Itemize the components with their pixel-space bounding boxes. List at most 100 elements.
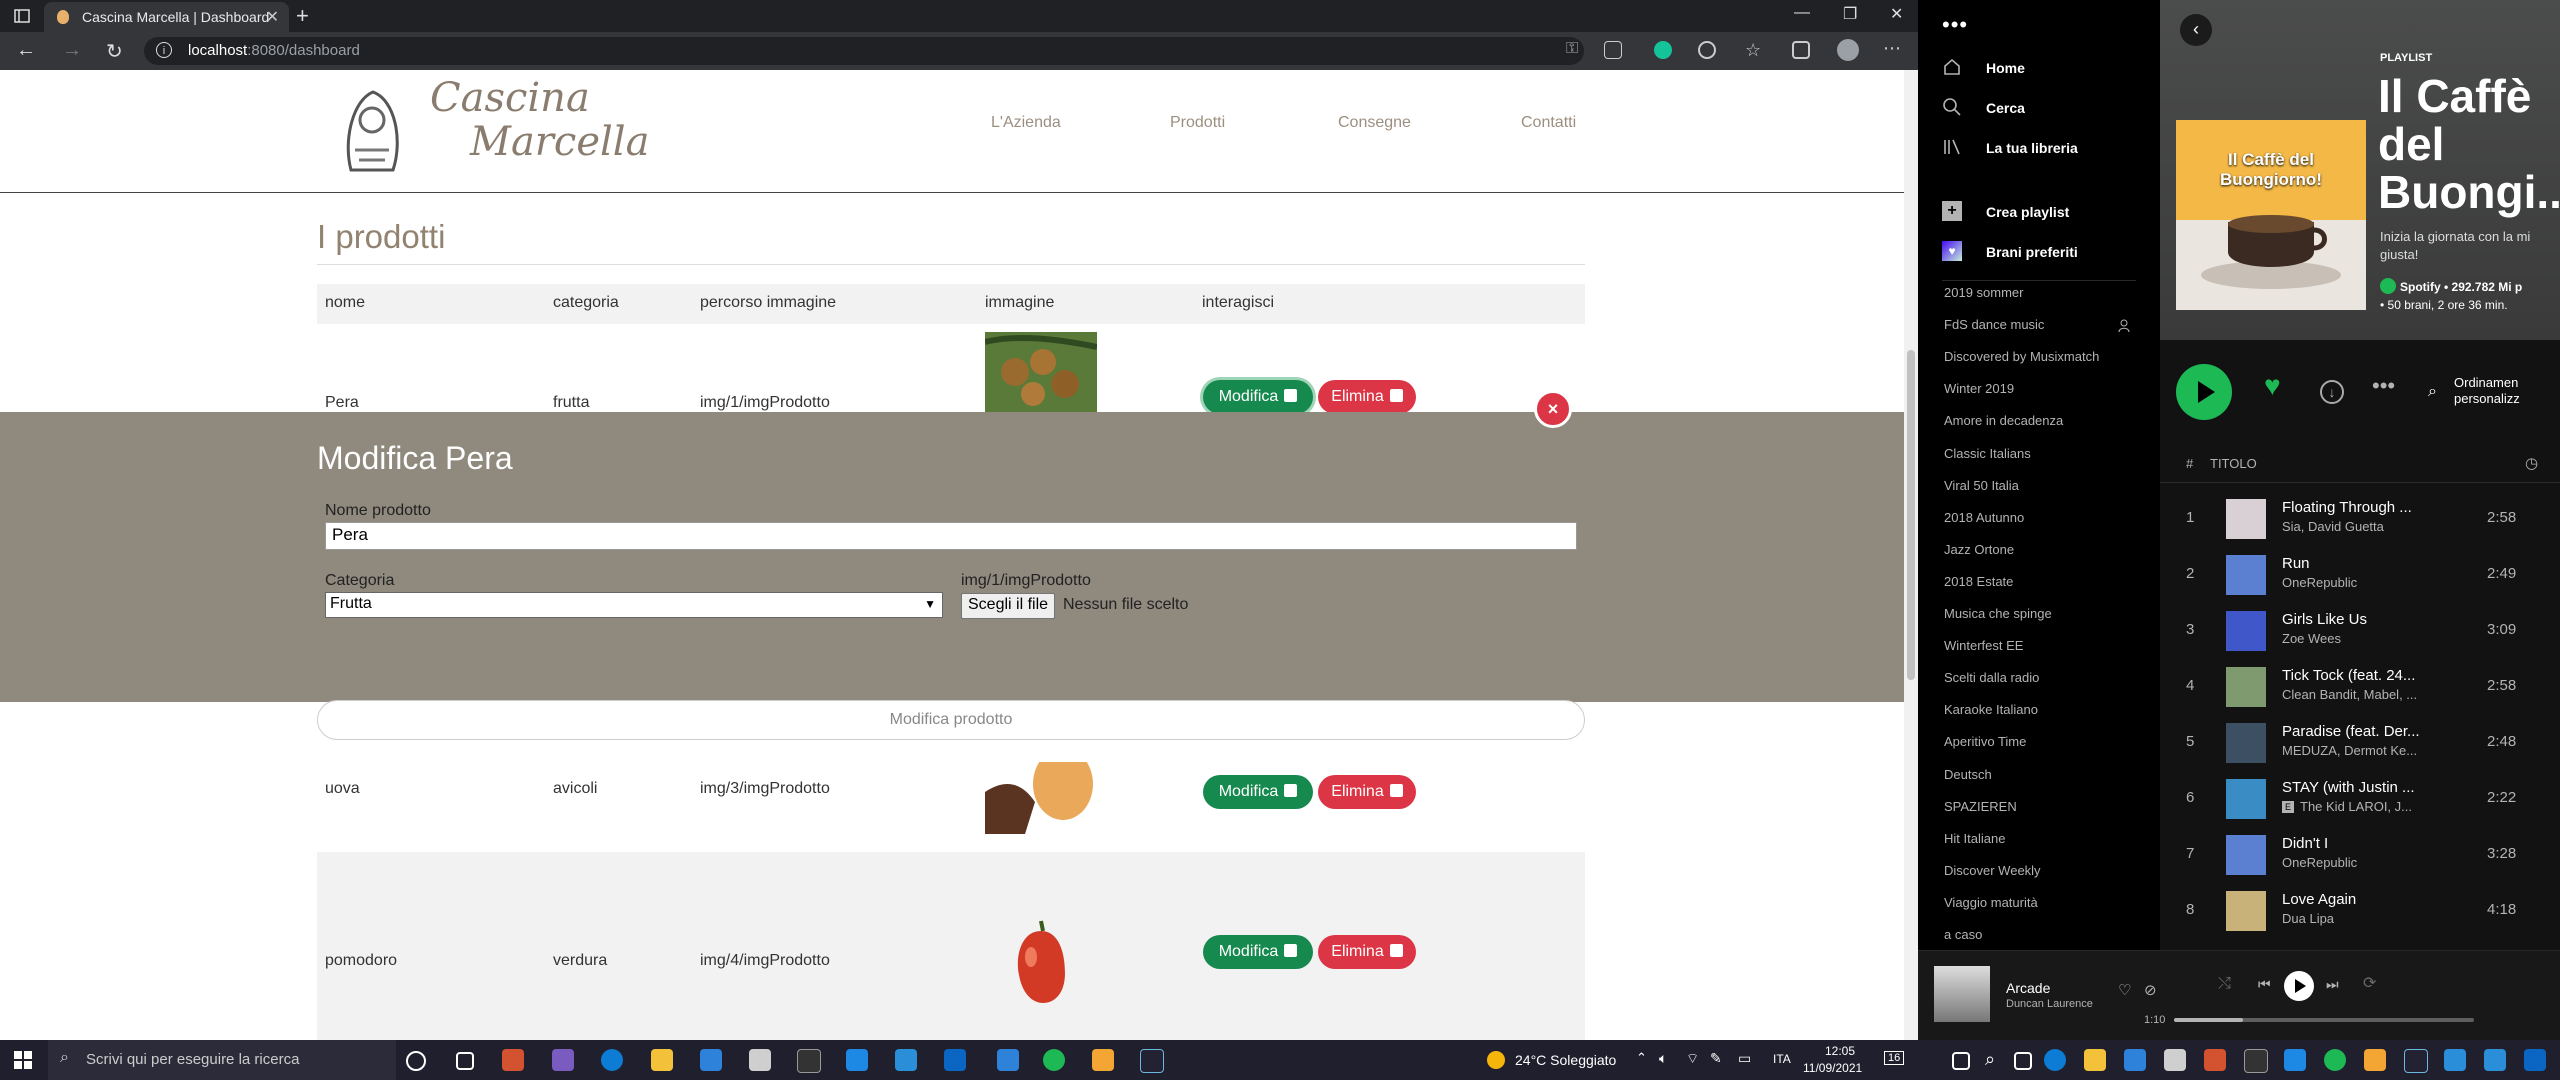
language-indicator[interactable]: ITA [1773,1052,1791,1066]
track-title[interactable]: Girls Like Us [2282,611,2367,628]
terminal-icon[interactable] [2244,1049,2268,1073]
playlist-item[interactable]: Winter 2019 [1944,381,2014,396]
playlist-item[interactable]: Aperitivo Time [1944,734,2026,749]
playlist-item[interactable]: a caso [1944,927,1982,942]
track-row[interactable]: 6 STAY (with Justin ... E The Kid LAROI, J.… [2160,771,2560,827]
task-view-icon[interactable] [2014,1052,2032,1070]
vscode-icon[interactable] [2444,1049,2466,1071]
track-title[interactable]: Didn't I [2282,835,2328,852]
now-playing-cover[interactable] [1934,966,1990,1022]
playlist-item[interactable]: Viral 50 Italia [1944,478,2019,493]
delete-button[interactable]: Elimina [1318,935,1416,969]
name-input[interactable]: Pera [325,522,1577,550]
planner-icon[interactable] [944,1049,966,1071]
mail-icon[interactable] [700,1049,722,1071]
clock-date[interactable]: 11/09/2021 [1803,1061,1862,1075]
track-row[interactable]: 5 Paradise (feat. Der... MEDUZA, Dermot Ke… [2160,715,2560,771]
next-icon[interactable]: ⏭ [2326,976,2339,992]
tray-chevron-icon[interactable]: ⌃ [1636,1050,1647,1066]
playlist-item[interactable]: Amore in decadenza [1944,413,2063,428]
track-row[interactable]: 7 Didn't I OneRepublic 3:28 [2160,827,2560,883]
playlist-item[interactable]: Karaoke Italiano [1944,702,2038,717]
powerpoint-icon[interactable] [502,1049,524,1071]
todo-icon[interactable] [2284,1049,2306,1071]
track-artist[interactable]: Zoe Wees [2282,631,2341,646]
download-icon[interactable]: ↓ [2320,380,2344,404]
track-title[interactable]: Paradise (feat. Der... [2282,723,2420,740]
powerpoint-icon[interactable] [2204,1049,2226,1071]
track-artist[interactable]: Sia, David Guetta [2282,519,2384,534]
liked-heart-icon[interactable]: ♥ [2264,372,2281,400]
play-playlist-button[interactable] [2176,364,2232,420]
track-row[interactable]: 2 Run OneRepublic 2:49 [2160,547,2560,603]
track-artist[interactable]: E The Kid LAROI, J... [2282,799,2412,814]
playlist-item[interactable]: Hit Italiane [1944,831,2005,846]
playlist-item[interactable]: Jazz Ortone [1944,542,2014,557]
track-title[interactable]: Love Again [2282,891,2356,908]
play-pause-button[interactable] [2284,971,2314,1001]
scrollbar-thumb[interactable] [1907,350,1915,680]
profile-avatar[interactable] [1837,39,1859,61]
vscode-icon[interactable] [895,1049,917,1071]
task-view-icon[interactable] [456,1052,474,1070]
shuffle-icon[interactable]: ⤭ [2218,976,2231,992]
playlist-item[interactable]: 2019 sommer [1944,285,2023,300]
outlook-icon[interactable] [997,1049,1019,1071]
track-title[interactable]: STAY (with Justin ... [2282,779,2415,796]
track-artist[interactable]: Dua Lipa [2282,911,2334,926]
todo-icon[interactable] [846,1049,868,1071]
edge-icon[interactable] [2044,1049,2066,1071]
battery-icon[interactable]: ▭ [1738,1050,1751,1067]
network-icon[interactable]: ⌔ [1686,1050,1699,1068]
grammarly-icon[interactable] [1654,41,1672,59]
repeat-icon[interactable]: ⟳ [2363,976,2376,992]
app-icon[interactable] [552,1049,574,1071]
new-tab-icon[interactable]: + [296,3,309,29]
windows-start-icon[interactable] [14,1051,32,1069]
heart-outline-icon[interactable]: ♡ [2118,983,2131,999]
nav-home[interactable]: Home [1986,60,2025,76]
playlist-item[interactable]: Scelti dalla radio [1944,670,2039,685]
track-title[interactable]: Run [2282,555,2310,572]
terminal-icon[interactable] [797,1049,821,1073]
track-artist[interactable]: OneRepublic [2282,575,2357,590]
progress-bar[interactable] [2174,1018,2474,1022]
file-explorer-icon[interactable] [2084,1049,2106,1071]
playlist-item[interactable]: 2018 Estate [1944,574,2013,589]
more-options-icon[interactable]: ••• [1942,12,1968,38]
back-icon[interactable]: ← [16,39,36,62]
store-icon[interactable] [749,1049,771,1071]
site-info-icon[interactable]: i [156,42,172,58]
start-icon[interactable] [1952,1052,1970,1070]
reading-mode-icon[interactable] [1604,41,1622,59]
nav-consegne[interactable]: Consegne [1338,114,1411,132]
steam-icon[interactable] [1140,1049,1164,1073]
playlist-item[interactable]: FdS dance music [1944,317,2044,332]
now-playing-title[interactable]: Arcade [2006,980,2050,996]
track-artist[interactable]: MEDUZA, Dermot Ke... [2282,743,2417,758]
back-arrow-icon[interactable]: ‹ [2180,14,2212,46]
submit-edit-button[interactable]: Modifica prodotto [317,700,1585,740]
playlist-item[interactable]: SPAZIEREN [1944,799,2017,814]
block-icon[interactable]: ⊘ [2144,983,2157,999]
playlist-item[interactable]: Classic Italians [1944,446,2031,461]
search-in-playlist-icon[interactable]: ⌕ [2428,384,2437,400]
playlist-item[interactable]: Discover Weekly [1944,863,2041,878]
volume-icon[interactable]: 🔈︎ [1659,1050,1667,1067]
track-row[interactable]: 4 Tick Tock (feat. 24... Clean Bandit, Mab… [2160,659,2560,715]
vscode-icon[interactable] [2484,1049,2506,1071]
nav-search[interactable]: Cerca [1986,100,2025,116]
track-row[interactable]: 3 Girls Like Us Zoe Wees 3:09 [2160,603,2560,659]
file-explorer-icon[interactable] [651,1049,673,1071]
track-artist[interactable]: Clean Bandit, Mabel, ... [2282,687,2417,702]
close-window-icon[interactable]: ✕ [1890,4,1903,24]
forward-icon[interactable]: → [62,39,82,62]
logo-wordmark[interactable]: Cascina Marcella [430,76,649,164]
edge-icon[interactable] [601,1049,623,1071]
app-icon[interactable] [2524,1049,2546,1071]
window-menu-icon[interactable] [14,8,30,24]
postman-icon[interactable] [2364,1049,2386,1071]
create-playlist-link[interactable]: Crea playlist [1986,204,2069,220]
track-title[interactable]: Floating Through ... [2282,499,2412,516]
choose-file-button[interactable]: Scegli il file [961,593,1056,619]
